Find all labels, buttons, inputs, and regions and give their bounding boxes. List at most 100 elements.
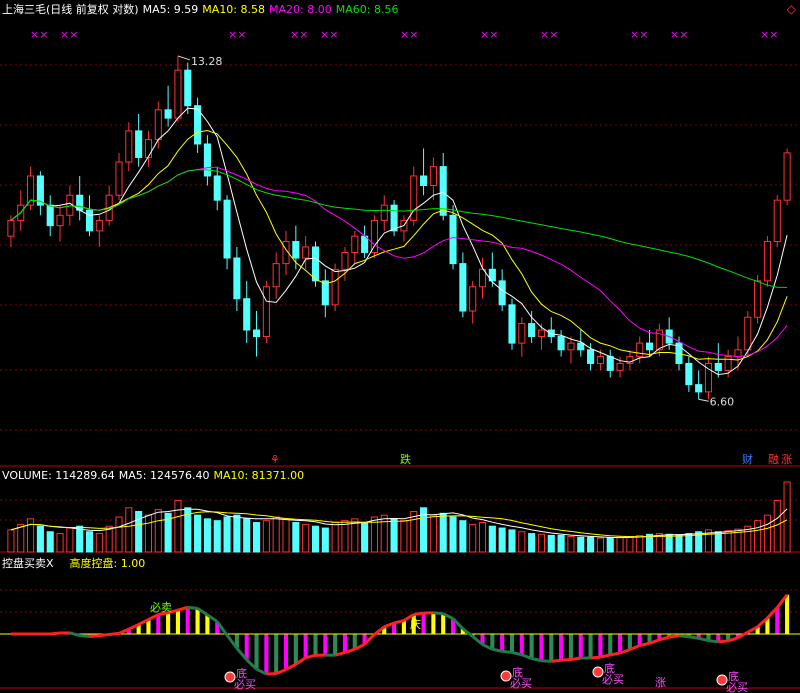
volume-bar-up bbox=[478, 522, 487, 553]
indicator-curve bbox=[79, 634, 90, 638]
candle-down bbox=[390, 204, 398, 232]
volume-bar-up bbox=[95, 533, 103, 553]
ma60-line bbox=[10, 169, 788, 288]
indicator-curve bbox=[678, 634, 690, 639]
mark-x-label: ×× bbox=[60, 28, 78, 41]
candle-down bbox=[528, 323, 536, 338]
high-value-label: 13.28 bbox=[191, 55, 223, 68]
candle-down bbox=[459, 263, 467, 312]
volume-bar-down bbox=[233, 514, 241, 553]
indicator-curve bbox=[551, 658, 562, 663]
candle-down bbox=[135, 130, 143, 158]
ma20-line bbox=[10, 166, 788, 358]
indicator-curve bbox=[413, 611, 424, 617]
volume-bar-down bbox=[223, 516, 231, 553]
buy-signal-label: 必买 bbox=[602, 673, 624, 686]
mark-x-label: ×× bbox=[760, 28, 778, 41]
candle-up bbox=[734, 349, 742, 358]
volume-bar-up bbox=[783, 481, 791, 553]
grid-lines bbox=[0, 64, 800, 689]
candle-up bbox=[144, 139, 153, 158]
volume-bar-down bbox=[665, 533, 673, 553]
indicator-name: 控盘买卖X bbox=[2, 557, 54, 570]
candle-up bbox=[272, 263, 280, 288]
volume-bar-up bbox=[429, 514, 437, 553]
volume-bar-up bbox=[596, 537, 604, 553]
zhang-badge-label: 涨 bbox=[781, 453, 792, 466]
volume-bar-down bbox=[528, 533, 536, 553]
candle-up bbox=[351, 235, 359, 253]
candle-down bbox=[508, 304, 516, 344]
volume-bar-up bbox=[380, 514, 388, 553]
indicator-curve bbox=[718, 639, 729, 644]
mark-x-label: ×× bbox=[320, 28, 338, 41]
indicator-header: 控盘买卖X 高度控盘: 1.00 bbox=[2, 555, 149, 571]
volume-bar-down bbox=[587, 536, 595, 553]
indicator-curve bbox=[89, 634, 100, 638]
ma20-label: MA20: 8.00 bbox=[269, 3, 332, 16]
candle-down bbox=[587, 349, 595, 364]
candle-up bbox=[370, 219, 378, 253]
candle-up bbox=[56, 214, 64, 227]
cai-badge-label: 财 bbox=[742, 452, 753, 466]
mark-x-label: ×× bbox=[480, 28, 498, 41]
volume-bar-down bbox=[46, 531, 54, 553]
buy-signal-label: 必买 bbox=[234, 678, 256, 691]
fu-mark-label: ⚘ bbox=[270, 453, 280, 466]
candle-up bbox=[174, 69, 182, 119]
volume-bar-down bbox=[557, 534, 565, 553]
volume-bar-up bbox=[154, 509, 162, 553]
volume-bar-down bbox=[213, 520, 221, 553]
kline-chart: 13.286.60跌⚘ 财融涨×× ×× ×× ×× ×× ×× ×× ×× ×× ×× ××必卖庆底… bbox=[0, 28, 800, 693]
candle-up bbox=[537, 329, 546, 338]
volume-bar-up bbox=[282, 518, 290, 553]
indicator-value: 高度控盘: 1.00 bbox=[69, 557, 146, 570]
close-icon[interactable]: ◇ bbox=[787, 2, 796, 16]
candle-up bbox=[125, 130, 133, 163]
volume-bar-down bbox=[36, 525, 44, 553]
candle-up bbox=[341, 251, 349, 270]
volume-bar-up bbox=[144, 514, 153, 553]
volume-header: VOLUME: 114289.64 MA5: 124576.40 MA10: 813… bbox=[2, 469, 308, 482]
volume-bar-down bbox=[321, 527, 329, 553]
candle-up bbox=[115, 161, 123, 196]
indicator-curve bbox=[668, 634, 680, 639]
candle-up bbox=[616, 362, 624, 371]
volume-bar-up bbox=[469, 523, 477, 553]
ma10-label: MA10: 8.58 bbox=[202, 3, 266, 16]
volume-bar-down bbox=[714, 531, 722, 553]
volume-bar-up bbox=[174, 499, 182, 553]
candle-down bbox=[557, 336, 565, 351]
candle-up bbox=[154, 109, 162, 141]
candle-up bbox=[773, 199, 781, 243]
candle-up bbox=[7, 219, 15, 237]
mark-x-label: ×× bbox=[630, 28, 648, 41]
candle-down bbox=[420, 175, 428, 187]
volume-bars bbox=[7, 481, 791, 553]
volume-bar-up bbox=[567, 536, 575, 553]
candle-up bbox=[518, 323, 526, 344]
qi-signal-label: 庆 bbox=[410, 617, 421, 631]
candle-up bbox=[95, 219, 103, 232]
volume-bar-down bbox=[577, 536, 585, 553]
volume-bar-up bbox=[626, 536, 634, 553]
volume-bar-down bbox=[547, 534, 555, 553]
volume-bar-up bbox=[272, 516, 280, 553]
volume-bar-up bbox=[7, 529, 15, 553]
volume-bar-down bbox=[361, 522, 369, 553]
volume-bar-down bbox=[449, 516, 457, 553]
control-indicator bbox=[0, 593, 800, 676]
candle-up bbox=[754, 280, 762, 318]
indicator-curve bbox=[187, 605, 198, 610]
candle-down bbox=[361, 235, 369, 253]
volume-bar-down bbox=[606, 537, 614, 553]
candle-up bbox=[331, 268, 339, 306]
volume-bar-up bbox=[616, 536, 624, 553]
candle-down bbox=[252, 329, 261, 338]
volume-bar-up bbox=[518, 531, 526, 553]
candle-down bbox=[645, 342, 654, 351]
volume-ma5-label: MA5: 124576.40 bbox=[118, 469, 210, 482]
candle-down bbox=[547, 329, 555, 338]
candle-up bbox=[302, 246, 310, 259]
volume-bar-down bbox=[439, 512, 447, 553]
